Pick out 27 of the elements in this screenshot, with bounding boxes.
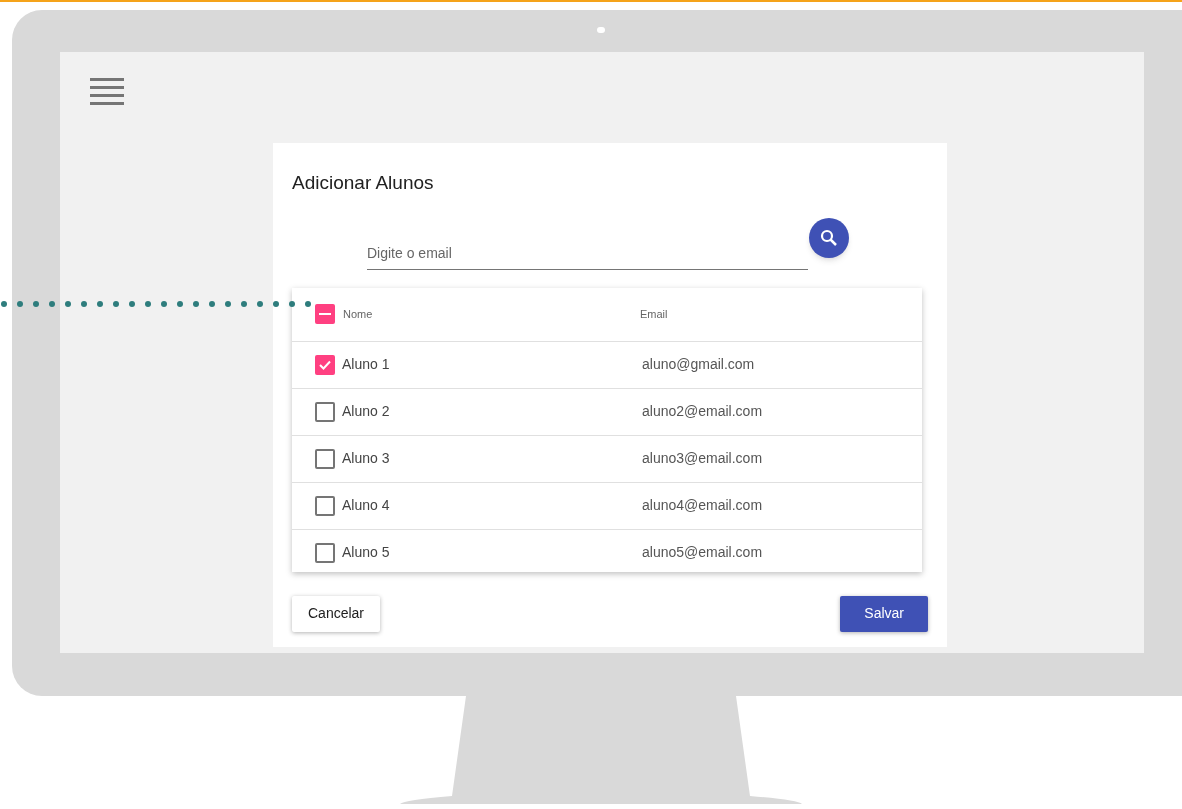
table-cell-text: aluno4@email.com — [642, 496, 763, 515]
table-cell-text: aluno2@email.com — [642, 402, 763, 421]
checkbox[interactable] — [315, 542, 335, 563]
checkbox[interactable] — [315, 354, 335, 375]
cancel-button[interactable]: Cancelar — [292, 595, 381, 632]
dialog-title: Adicionar Alunos — [292, 171, 435, 195]
search-icon — [820, 228, 838, 247]
table-cell-text: aluno3@email.com — [642, 449, 763, 468]
camera-icon — [597, 27, 605, 33]
table-cell-text: Aluno 5 — [342, 543, 390, 562]
checkbox[interactable] — [315, 495, 335, 516]
checkbox[interactable] — [315, 448, 335, 469]
table-cell-text: aluno5@email.com — [642, 543, 763, 562]
checkbox[interactable] — [315, 304, 335, 324]
table-cell-text: Aluno 3 — [342, 449, 390, 468]
menu-icon[interactable] — [90, 78, 124, 106]
table-cell-text: Aluno 2 — [342, 402, 390, 421]
search-button[interactable] — [809, 217, 849, 258]
save-button[interactable]: Salvar — [840, 595, 928, 632]
minus-icon — [319, 313, 331, 315]
email-field[interactable]: Digite o email — [367, 237, 808, 270]
column-header: Nome — [343, 306, 373, 322]
table-cell-text: Aluno 4 — [342, 496, 390, 515]
table-cell-text: aluno@gmail.com — [642, 355, 755, 374]
checkbox[interactable] — [315, 401, 335, 422]
column-header: Email — [640, 306, 668, 322]
table-cell-text: Aluno 1 — [342, 355, 390, 374]
